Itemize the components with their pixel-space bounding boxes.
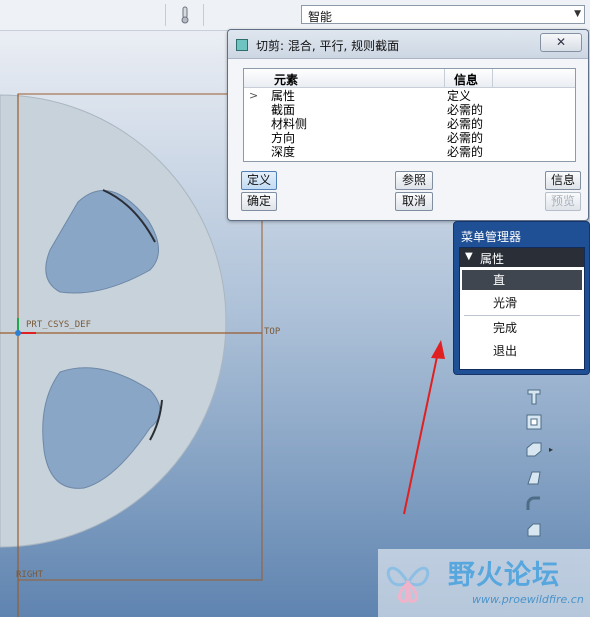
toolbar-separator [203, 4, 204, 26]
menu-separator [464, 315, 580, 316]
list-item[interactable]: 方向 必需的 [244, 131, 575, 145]
column-header-element: 元素 [274, 73, 299, 87]
element-info: 必需的 [447, 117, 484, 131]
menu-item-straight[interactable]: 直 [462, 270, 582, 290]
element-info: 定义 [447, 89, 472, 103]
chevron-right-icon[interactable]: ▸ [549, 445, 553, 454]
top-toolbar: 智能 ▼ [0, 0, 590, 31]
chevron-down-icon[interactable]: ▼ [574, 9, 581, 19]
menu-item-label: 光滑 [493, 296, 518, 310]
butterfly-logo-icon [386, 566, 430, 603]
thermometer-icon[interactable] [180, 6, 190, 24]
menu-item-label: 直 [493, 273, 506, 287]
menu-item-smooth[interactable]: 光滑 [462, 293, 582, 313]
menu-item-quit[interactable]: 退出 [462, 341, 582, 361]
element-name: 属性 [271, 89, 296, 103]
menu-item-label: 退出 [493, 344, 518, 358]
menu-section-title: 属性 [480, 252, 505, 266]
menu-panel: ▼ 属性 直 光滑 完成 退出 [459, 247, 585, 370]
top-datum-label: TOP [264, 327, 281, 337]
element-info: 必需的 [447, 103, 484, 117]
list-item[interactable]: 截面 必需的 [244, 103, 575, 117]
menu-manager: 菜单管理器 ▼ 属性 直 光滑 完成 退出 [453, 221, 590, 375]
reference-button[interactable]: 参照 [395, 171, 433, 190]
cancel-button[interactable]: 取消 [395, 192, 433, 211]
right-toolbar: ▸ [521, 382, 553, 552]
current-row-marker: > [249, 89, 259, 102]
element-name: 材料侧 [271, 117, 308, 131]
extrude-tool-icon[interactable] [524, 386, 544, 406]
preview-button[interactable]: 预览 [545, 192, 581, 211]
watermark-url: www.proewildfire.cn [472, 593, 584, 606]
shell-tool-icon[interactable] [524, 412, 544, 432]
menu-item-label: 完成 [493, 321, 518, 335]
element-list[interactable]: 元素 信息 > 属性 定义 截面 必需的 材料侧 必需的 方向 必需的 深度 必… [243, 68, 576, 162]
right-datum-label: RIGHT [16, 570, 44, 580]
menu-item-done[interactable]: 完成 [462, 318, 582, 338]
chamfer-tool-icon[interactable] [524, 520, 544, 540]
feature-icon [236, 39, 248, 51]
element-info: 必需的 [447, 145, 484, 159]
dialog-titlebar[interactable]: 切剪: 混合, 平行, 规则截面 ✕ [228, 30, 588, 59]
list-item[interactable]: 深度 必需的 [244, 145, 575, 159]
watermark-name: 野火论坛 [448, 560, 560, 591]
filter-select-value: 智能 [308, 10, 333, 24]
toolbar-separator [165, 4, 166, 26]
watermark: 野火论坛 www.proewildfire.cn [378, 549, 590, 617]
menu-manager-title: 菜单管理器 [461, 230, 522, 244]
element-name: 截面 [271, 103, 296, 117]
rib-tool-icon[interactable] [524, 440, 544, 460]
draft-tool-icon[interactable] [524, 468, 544, 488]
list-item[interactable]: 材料侧 必需的 [244, 117, 575, 131]
info-button[interactable]: 信息 [545, 171, 581, 190]
round-tool-icon[interactable] [524, 494, 544, 514]
list-header: 元素 信息 [244, 69, 575, 88]
element-info: 必需的 [447, 131, 484, 145]
close-button[interactable]: ✕ [540, 33, 582, 52]
element-name: 深度 [271, 145, 296, 159]
triangle-down-icon: ▼ [465, 251, 473, 262]
feature-dialog: 切剪: 混合, 平行, 规则截面 ✕ 元素 信息 > 属性 定义 截面 必需的 … [227, 29, 589, 221]
filter-select[interactable]: 智能 ▼ [301, 5, 585, 24]
ok-button[interactable]: 确定 [241, 192, 277, 211]
column-header-info: 信息 [454, 73, 479, 87]
close-icon[interactable]: ✕ [556, 35, 566, 49]
column-divider [444, 69, 445, 87]
list-item[interactable]: > 属性 定义 [244, 89, 575, 103]
define-button[interactable]: 定义 [241, 171, 277, 190]
dialog-title: 切剪: 混合, 平行, 规则截面 [256, 39, 400, 53]
csys-label: PRT_CSYS_DEF [26, 320, 92, 330]
element-name: 方向 [271, 131, 296, 145]
menu-section-header[interactable]: ▼ 属性 [460, 248, 584, 267]
column-divider [492, 69, 493, 87]
